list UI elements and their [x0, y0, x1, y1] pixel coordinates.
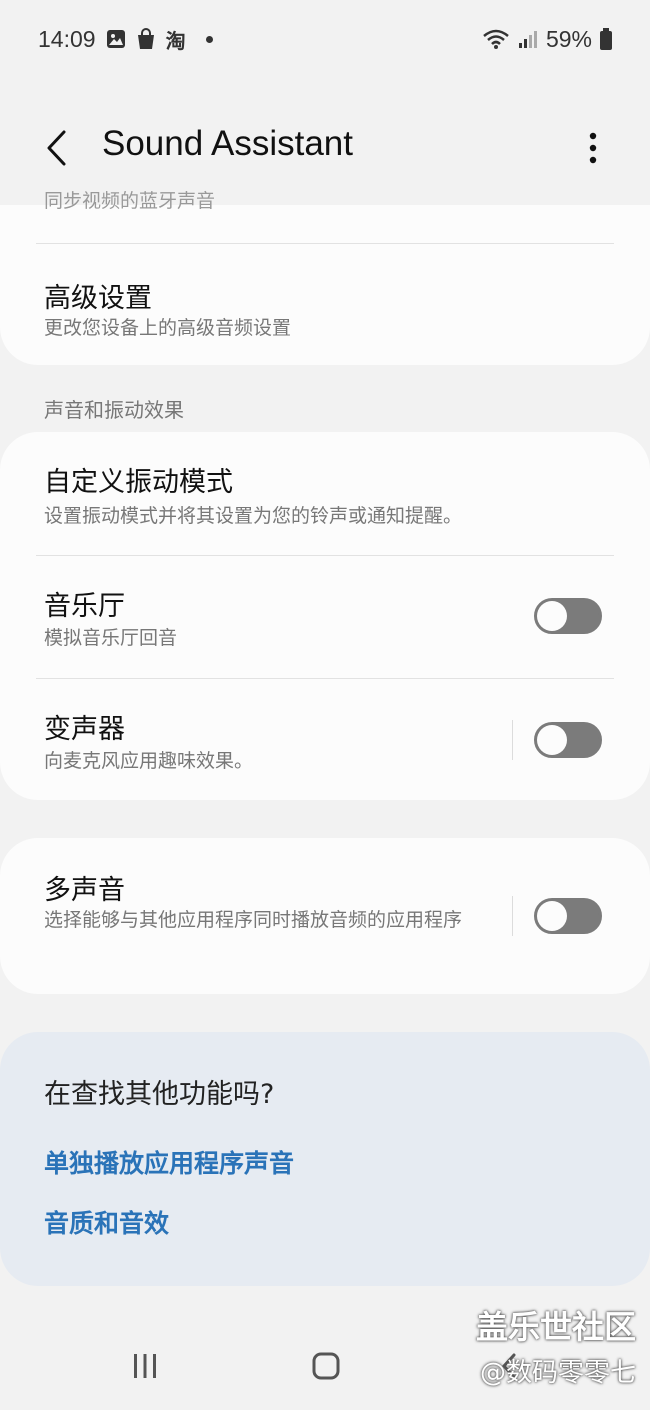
recent-apps-button[interactable] — [125, 1350, 165, 1382]
recent-apps-icon — [134, 1354, 156, 1378]
voice-changer-subtitle: 向麦克风应用趣味效果。 — [44, 750, 254, 772]
app-bar: Sound Assistant — [0, 100, 650, 196]
advanced-settings-subtitle: 更改您设备上的高级音频设置 — [44, 317, 292, 339]
concert-hall-row[interactable]: 音乐厅 模拟音乐厅回音 — [0, 556, 650, 678]
custom-vibration-title: 自定义振动模式 — [44, 467, 233, 498]
chevron-left-icon — [47, 130, 66, 166]
concert-hall-subtitle: 模拟音乐厅回音 — [44, 627, 178, 649]
signal-icon — [518, 29, 538, 49]
concert-hall-title: 音乐厅 — [44, 591, 125, 622]
taobao-icon: 淘 — [165, 30, 186, 53]
notification-dot-icon — [205, 35, 213, 43]
partial-row-subtitle: 同步视频的蓝牙声音 — [44, 190, 216, 212]
gallery-icon — [106, 29, 126, 49]
watermark-author: @数码零零七 — [479, 1358, 636, 1388]
more-vert-icon — [589, 132, 597, 164]
toggle-knob — [537, 901, 567, 931]
separate-app-sound-link[interactable]: 单独播放应用程序声音 — [44, 1144, 294, 1180]
multi-sound-row[interactable]: 多声音 选择能够与其他应用程序同时播放音频的应用程序 — [0, 838, 650, 994]
battery-icon — [600, 28, 612, 50]
concert-hall-toggle[interactable] — [534, 598, 602, 634]
multi-sound-toggle[interactable] — [534, 898, 602, 934]
advanced-settings-row[interactable]: 高级设置 更改您设备上的高级音频设置 — [0, 244, 650, 365]
toggle-knob — [537, 725, 567, 755]
multi-sound-subtitle: 选择能够与其他应用程序同时播放音频的应用程序 — [44, 909, 463, 931]
battery-percent: 59% — [545, 25, 592, 52]
sound-settings-card: 同步视频的蓝牙声音 高级设置 更改您设备上的高级音频设置 — [0, 190, 650, 365]
more-options-button[interactable] — [576, 126, 610, 170]
status-left: 14:09 淘 — [38, 25, 213, 54]
status-right: 59% — [482, 26, 612, 53]
voice-changer-title: 变声器 — [44, 714, 125, 745]
home-button[interactable] — [306, 1348, 346, 1384]
voice-changer-toggle[interactable] — [534, 722, 602, 758]
voice-changer-row[interactable]: 变声器 向麦克风应用趣味效果。 — [0, 679, 650, 800]
toggle-knob — [537, 601, 567, 631]
shopping-bag-icon — [136, 28, 156, 50]
suggestions-card: 在查找其他功能吗? 单独播放应用程序声音 音质和音效 — [0, 1032, 650, 1286]
watermark-community: 盖乐世社区 — [475, 1308, 636, 1346]
custom-vibration-row[interactable]: 自定义振动模式 设置振动模式并将其设置为您的铃声或通知提醒。 — [0, 432, 650, 555]
suggestions-title: 在查找其他功能吗? — [44, 1079, 275, 1110]
status-time: 14:09 — [38, 25, 96, 52]
vertical-separator — [512, 896, 513, 936]
page-title: Sound Assistant — [102, 124, 353, 163]
effects-card: 自定义振动模式 设置振动模式并将其设置为您的铃声或通知提醒。 音乐厅 模拟音乐厅… — [0, 432, 650, 800]
wifi-icon — [482, 28, 510, 50]
vertical-separator — [512, 720, 513, 760]
home-icon — [312, 1352, 340, 1380]
status-bar: 14:09 淘 59% — [0, 0, 650, 78]
section-header-effects: 声音和振动效果 — [44, 398, 184, 422]
multi-sound-card: 多声音 选择能够与其他应用程序同时播放音频的应用程序 — [0, 838, 650, 994]
custom-vibration-subtitle: 设置振动模式并将其设置为您的铃声或通知提醒。 — [44, 505, 463, 527]
sound-quality-effects-link[interactable]: 音质和音效 — [44, 1204, 169, 1240]
back-button[interactable] — [36, 126, 76, 170]
